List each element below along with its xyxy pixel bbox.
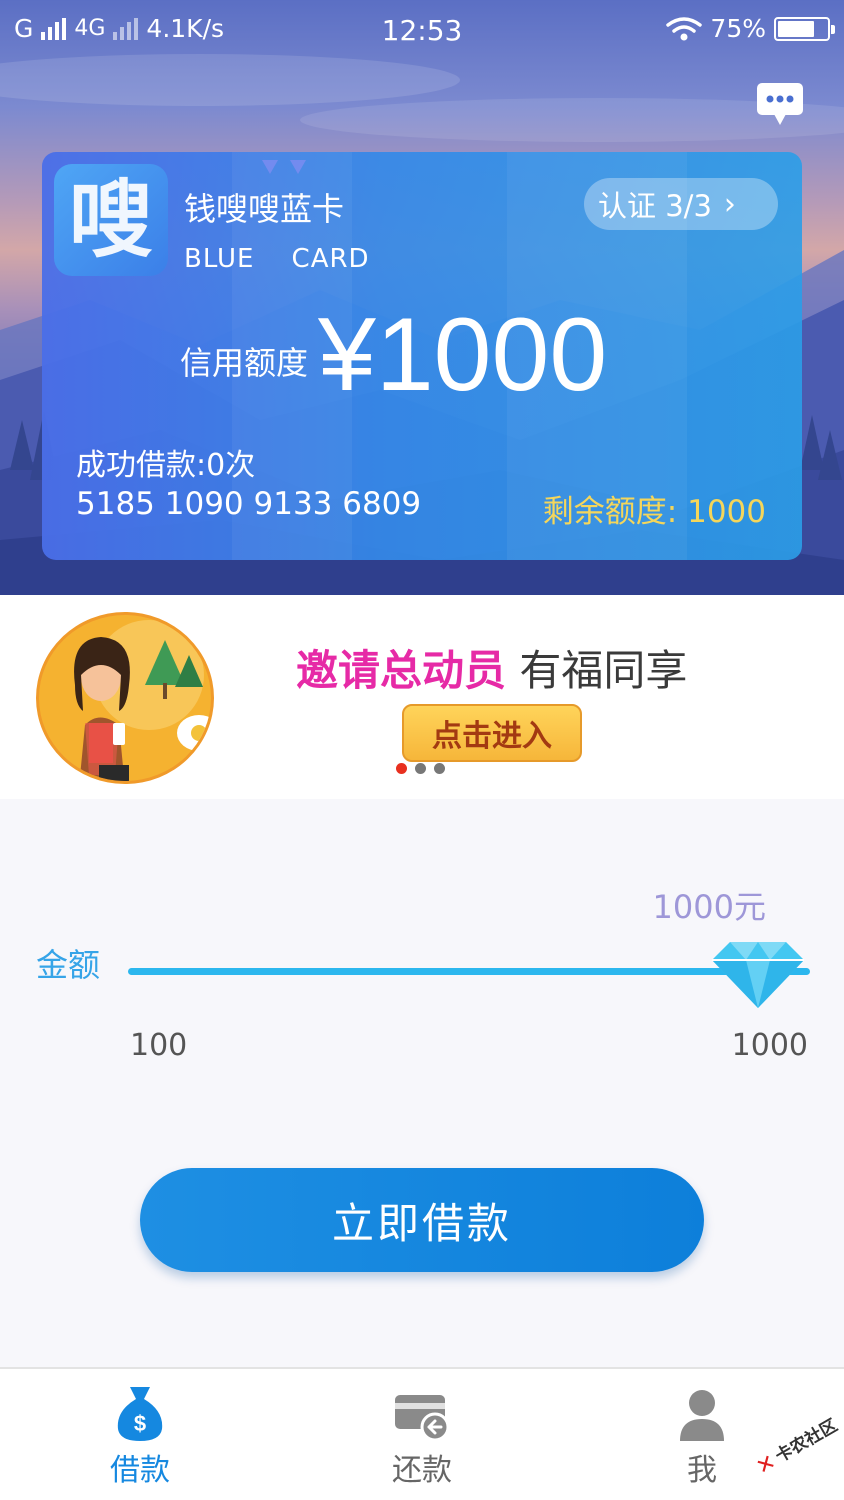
slider-max-label: 1000 <box>731 1028 808 1063</box>
card-repay-icon <box>395 1395 450 1441</box>
tab-repay[interactable]: 还款 <box>352 1383 492 1489</box>
message-icon[interactable] <box>756 82 804 126</box>
tab-borrow[interactable]: $ 借款 <box>70 1383 210 1489</box>
banner-title-rest: 有福同享 <box>506 646 688 695</box>
banner-title-highlight: 邀请总动员 <box>296 646 507 695</box>
card-name: 钱嗖嗖蓝卡 <box>184 190 345 228</box>
credit-label: 信用额度 <box>180 344 309 382</box>
promo-illustration <box>36 612 214 784</box>
battery-icon <box>774 16 835 41</box>
verify-label: 认证 3/3 <box>598 189 712 223</box>
loan-amount-section: 1000元 金额 100 1000 立即借款 <box>0 822 844 1367</box>
carousel-dot[interactable] <box>434 763 445 774</box>
tab-label: 还款 <box>392 1453 452 1488</box>
watermark-logo: ✕ 卡农社区 <box>752 1415 841 1481</box>
money-bag-icon: $ <box>117 1387 163 1441</box>
watermark-text: 卡农社区 <box>772 1415 841 1467</box>
credit-amount: ¥1000 <box>318 297 608 413</box>
remaining-credit: 剩余额度: 1000 <box>542 494 766 530</box>
card-subtitle: BLUE CARD <box>184 244 370 274</box>
status-bar: G 4G 4.1K/s 12:53 75% <box>0 10 844 50</box>
selected-amount: 1000元 <box>652 888 766 926</box>
amount-label: 金额 <box>36 946 101 984</box>
loan-count: 成功借款:0次 <box>76 448 256 483</box>
diamond-slider-handle-icon[interactable] <box>710 940 806 1010</box>
app-logo: 嗖 <box>54 164 168 276</box>
carousel-dot[interactable] <box>415 763 426 774</box>
battery-percent: 75% <box>710 14 766 43</box>
tab-label: 借款 <box>110 1453 170 1488</box>
promo-banner[interactable]: 邀请总动员 有福同享 点击进入 <box>0 595 844 799</box>
tab-bar: $ 借款 还款 我 <box>0 1367 844 1500</box>
user-icon <box>680 1390 724 1441</box>
wifi-icon <box>666 16 703 40</box>
banner-title: 邀请总动员 有福同享 <box>296 637 687 698</box>
card-number: 5185 1090 9133 6809 <box>76 486 422 522</box>
chevron-right-icon: › <box>723 186 736 222</box>
svg-text:$: $ <box>134 1411 146 1436</box>
slider-min-label: 100 <box>130 1028 188 1063</box>
carousel-dots[interactable] <box>396 763 445 774</box>
card-decoration-icon <box>262 160 306 174</box>
blue-card: 嗖 钱嗖嗖蓝卡 BLUE CARD 认证 3/3 › 信用额度 ¥1000 成功… <box>42 152 802 560</box>
borrow-now-button[interactable]: 立即借款 <box>140 1168 704 1272</box>
carousel-dot[interactable] <box>396 763 407 774</box>
enter-button[interactable]: 点击进入 <box>402 704 582 762</box>
verify-button[interactable]: 认证 3/3 › <box>584 178 778 230</box>
amount-slider[interactable] <box>128 968 810 975</box>
